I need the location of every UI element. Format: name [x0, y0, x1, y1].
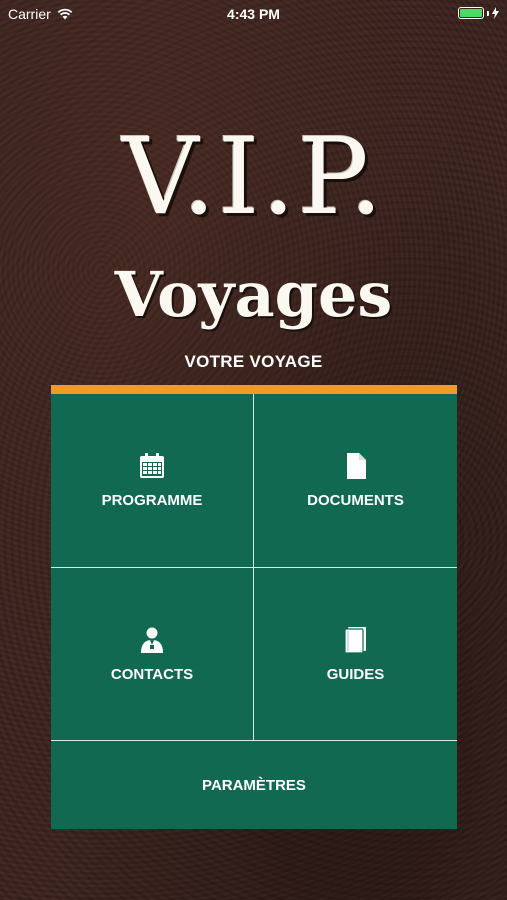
grid-divider-horizontal [51, 567, 457, 568]
menu-accent-bar [51, 385, 457, 394]
app-logo-vip: V.I.P. [122, 115, 385, 238]
contacts-label: CONTACTS [110, 665, 194, 683]
document-icon [346, 453, 366, 479]
contact-person-icon [141, 627, 163, 653]
battery-fill [460, 9, 482, 17]
parametres-button[interactable]: PARAMÈTRES [51, 741, 457, 829]
programme-button[interactable]: PROGRAMME [51, 394, 253, 567]
guides-label: GUIDES [326, 665, 385, 683]
clock: 4:43 PM [227, 6, 280, 22]
battery-indicator [458, 7, 499, 19]
guides-button[interactable]: GUIDES [254, 568, 457, 740]
calendar-icon [140, 453, 164, 478]
book-icon [343, 626, 366, 654]
grid-divider-horizontal [51, 740, 457, 741]
parametres-label: PARAMÈTRES [202, 776, 306, 794]
contacts-button[interactable]: CONTACTS [51, 568, 253, 740]
documents-label: DOCUMENTS [307, 492, 404, 509]
charging-bolt-icon [492, 7, 499, 19]
app-logo-voyages: Voyages [114, 258, 393, 331]
section-title: VOTRE VOYAGE [184, 352, 323, 371]
programme-label: PROGRAMME [101, 492, 203, 509]
battery-icon [458, 7, 484, 19]
documents-button[interactable]: DOCUMENTS [254, 394, 457, 567]
status-bar: Carrier 4:43 PM [0, 0, 507, 28]
main-menu: PROGRAMME DOCUMENTS CONTACTS GUIDES PARA… [51, 385, 457, 829]
